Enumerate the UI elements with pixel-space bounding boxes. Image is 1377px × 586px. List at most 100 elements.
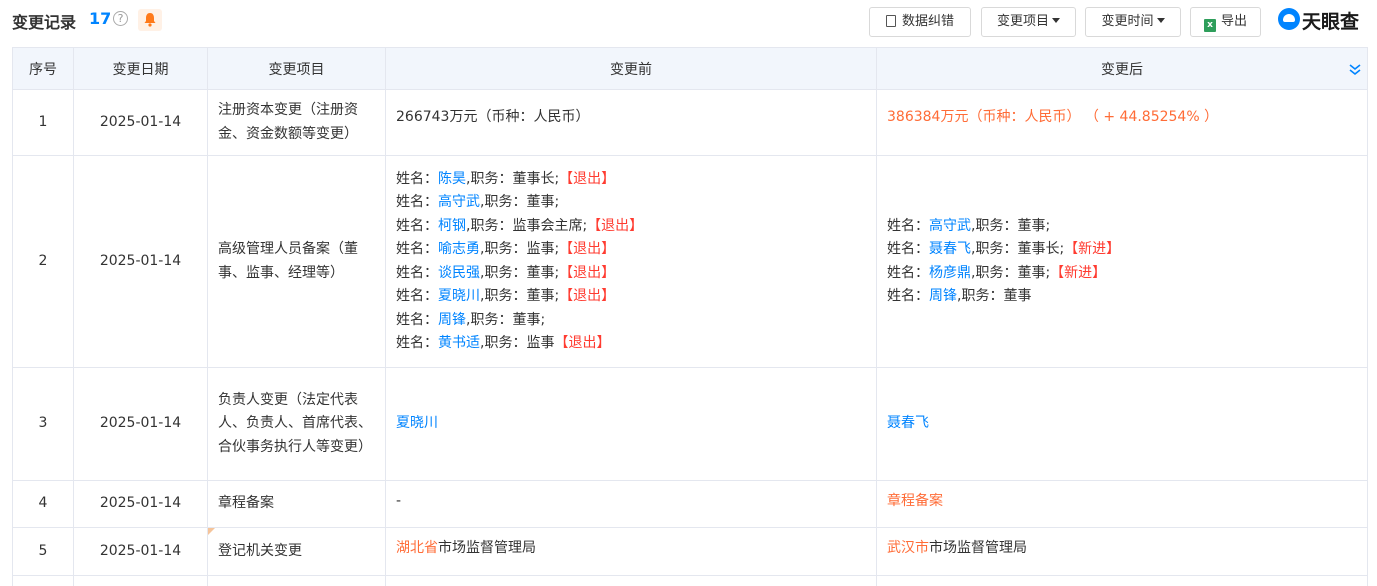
double-chevron-down-icon[interactable] (1348, 62, 1362, 76)
status-tag: 【退出】 (559, 241, 616, 257)
person-role: ,职务：董事 (957, 288, 1032, 304)
person-prefix: 姓名： (887, 288, 929, 304)
person-role: ,职务：董事; (466, 311, 546, 328)
export-button[interactable]: x 导出 (1190, 7, 1261, 37)
logo-icon (1278, 8, 1300, 30)
monitor-bell-button[interactable] (138, 9, 162, 31)
after-highlight: 武汉市 (887, 540, 929, 556)
cell-date: 2025-01-14 (73, 155, 208, 368)
person-role: ,职务：董事; (971, 264, 1051, 281)
table-row: 4 2025-01-14 章程备案 - 章程备案 (12, 480, 1368, 528)
record-count: 17 (89, 9, 112, 28)
cell-item: 高级管理人员备案（董事、监事、经理等） (207, 155, 386, 368)
table-row: 1 2025-01-14 注册资本变更（注册资金、资金数额等变更） 266743… (12, 89, 1368, 156)
cell-no: 3 (12, 367, 74, 481)
cell-after: 章程备案 (876, 480, 1368, 528)
before-rest: 市场监督管理局 (438, 540, 536, 556)
person-name-link[interactable]: 高守武 (929, 218, 971, 234)
person-entry: 姓名：周锋,职务：董事 (887, 285, 1357, 309)
cell-date: 2025-01-14 (73, 480, 208, 528)
after-value: 386384万元（币种：人民币） (887, 109, 1081, 125)
person-role: ,职务：监事 (480, 335, 555, 351)
cell-date: 2025-01-14 (73, 527, 208, 576)
change-item-filter-button[interactable]: 变更项目 (981, 7, 1076, 37)
after-change-percent: （ + 44.85254% ） (1084, 109, 1219, 125)
data-correction-button[interactable]: 数据纠错 (869, 7, 971, 37)
before-value: 266743万元（币种：人民币） (396, 109, 590, 125)
person-name-link[interactable]: 聂春飞 (929, 241, 971, 257)
person-role: ,职务：董事; (480, 264, 560, 281)
document-edit-icon (885, 15, 896, 27)
cell-no: 5 (12, 527, 74, 576)
cell-item: 章程备案 (207, 480, 386, 528)
after-value: 章程备案 (887, 493, 943, 509)
corner-marker (208, 528, 215, 535)
person-entry: 姓名：喻志勇,职务：监事;【退出】 (396, 238, 866, 262)
person-prefix: 姓名： (887, 217, 929, 234)
change-time-filter-button[interactable]: 变更时间 (1085, 7, 1181, 37)
person-entry: 姓名：谈民强,职务：董事;【退出】 (396, 262, 866, 286)
person-name-link[interactable]: 柯钢 (438, 218, 466, 234)
person-prefix: 姓名： (887, 241, 929, 257)
header: 变更记录 17 ? 数据纠错 变更项目 变更时间 x 导出 天眼查 (0, 0, 1377, 44)
person-entry: 姓名：杨彦鼎,职务：董事;【新进】 (887, 262, 1357, 286)
person-role: ,职务：董事; (480, 194, 560, 210)
cell-before: 夏晓川 (385, 367, 877, 481)
cell-after: 武汉市市场监督管理局 (876, 527, 1368, 576)
person-name-link[interactable]: 谈民强 (438, 265, 480, 281)
table-row (12, 575, 1368, 586)
table-header-row: 序号 变更日期 变更项目 变更前 变更后 (12, 47, 1368, 90)
cell-item-label: 登记机关变更 (218, 542, 302, 559)
person-entry: 姓名：聂春飞,职务：董事长;【新进】 (887, 238, 1357, 262)
person-prefix: 姓名： (396, 170, 438, 187)
person-prefix: 姓名： (396, 194, 438, 210)
person-name-link[interactable]: 高守武 (438, 194, 480, 210)
person-prefix: 姓名： (396, 311, 438, 328)
person-name-link[interactable]: 周锋 (438, 312, 466, 328)
excel-icon: x (1203, 19, 1216, 32)
person-name-link[interactable]: 夏晓川 (396, 415, 438, 431)
export-label: 导出 (1220, 14, 1247, 29)
person-prefix: 姓名： (396, 217, 438, 234)
cell-item: 登记机关变更 (207, 527, 386, 576)
person-role: ,职务：监事会主席; (466, 217, 588, 234)
change-records-table: 序号 变更日期 变更项目 变更前 变更后 1 2025-01-14 注册资本变更… (12, 47, 1368, 586)
help-icon[interactable]: ? (113, 11, 128, 26)
person-role: ,职务：董事; (480, 288, 560, 304)
cell-before: 湖北省市场监督管理局 (385, 527, 877, 576)
person-role: ,职务：监事; (480, 241, 560, 257)
cell-item (207, 575, 386, 586)
person-role: ,职务：董事; (971, 217, 1051, 234)
cell-date: 2025-01-14 (73, 367, 208, 481)
status-tag: 【新进】 (1050, 264, 1107, 281)
person-entry: 姓名：高守武,职务：董事; (396, 191, 866, 215)
status-tag: 【新进】 (1064, 241, 1121, 257)
cell-no (12, 575, 74, 586)
person-entry: 姓名：黄书适,职务：监事【退出】 (396, 332, 866, 356)
person-name-link[interactable]: 聂春飞 (887, 415, 929, 431)
col-header-after: 变更后 (876, 47, 1368, 90)
page-title: 变更记录 (12, 13, 77, 32)
table-row: 2 2025-01-14 高级管理人员备案（董事、监事、经理等） 姓名：陈昊,职… (12, 155, 1368, 368)
person-name-link[interactable]: 周锋 (929, 288, 957, 304)
logo-text: 天眼查 (1302, 11, 1360, 33)
person-name-link[interactable]: 陈昊 (438, 171, 466, 187)
col-header-date: 变更日期 (73, 47, 208, 90)
person-name-link[interactable]: 夏晓川 (438, 288, 480, 304)
person-entry: 姓名：周锋,职务：董事; (396, 309, 866, 333)
person-name-link[interactable]: 杨彦鼎 (929, 265, 971, 281)
cell-no: 4 (12, 480, 74, 528)
person-name-link[interactable]: 黄书适 (438, 335, 480, 351)
person-name-link[interactable]: 喻志勇 (438, 241, 480, 257)
data-correction-label: 数据纠错 (901, 14, 954, 29)
person-prefix: 姓名： (396, 335, 438, 351)
status-tag: 【退出】 (559, 288, 616, 304)
cell-item: 负责人变更（法定代表人、负责人、首席代表、合伙事务执行人等变更） (207, 367, 386, 481)
person-entry: 姓名：夏晓川,职务：董事;【退出】 (396, 285, 866, 309)
cell-after: 386384万元（币种：人民币） （ + 44.85254% ） (876, 89, 1368, 156)
cell-before (385, 575, 877, 586)
cell-date: 2025-01-14 (73, 89, 208, 156)
caret-down-icon (1156, 18, 1165, 23)
col-header-after-label: 变更后 (1101, 61, 1143, 78)
person-prefix: 姓名： (396, 241, 438, 257)
